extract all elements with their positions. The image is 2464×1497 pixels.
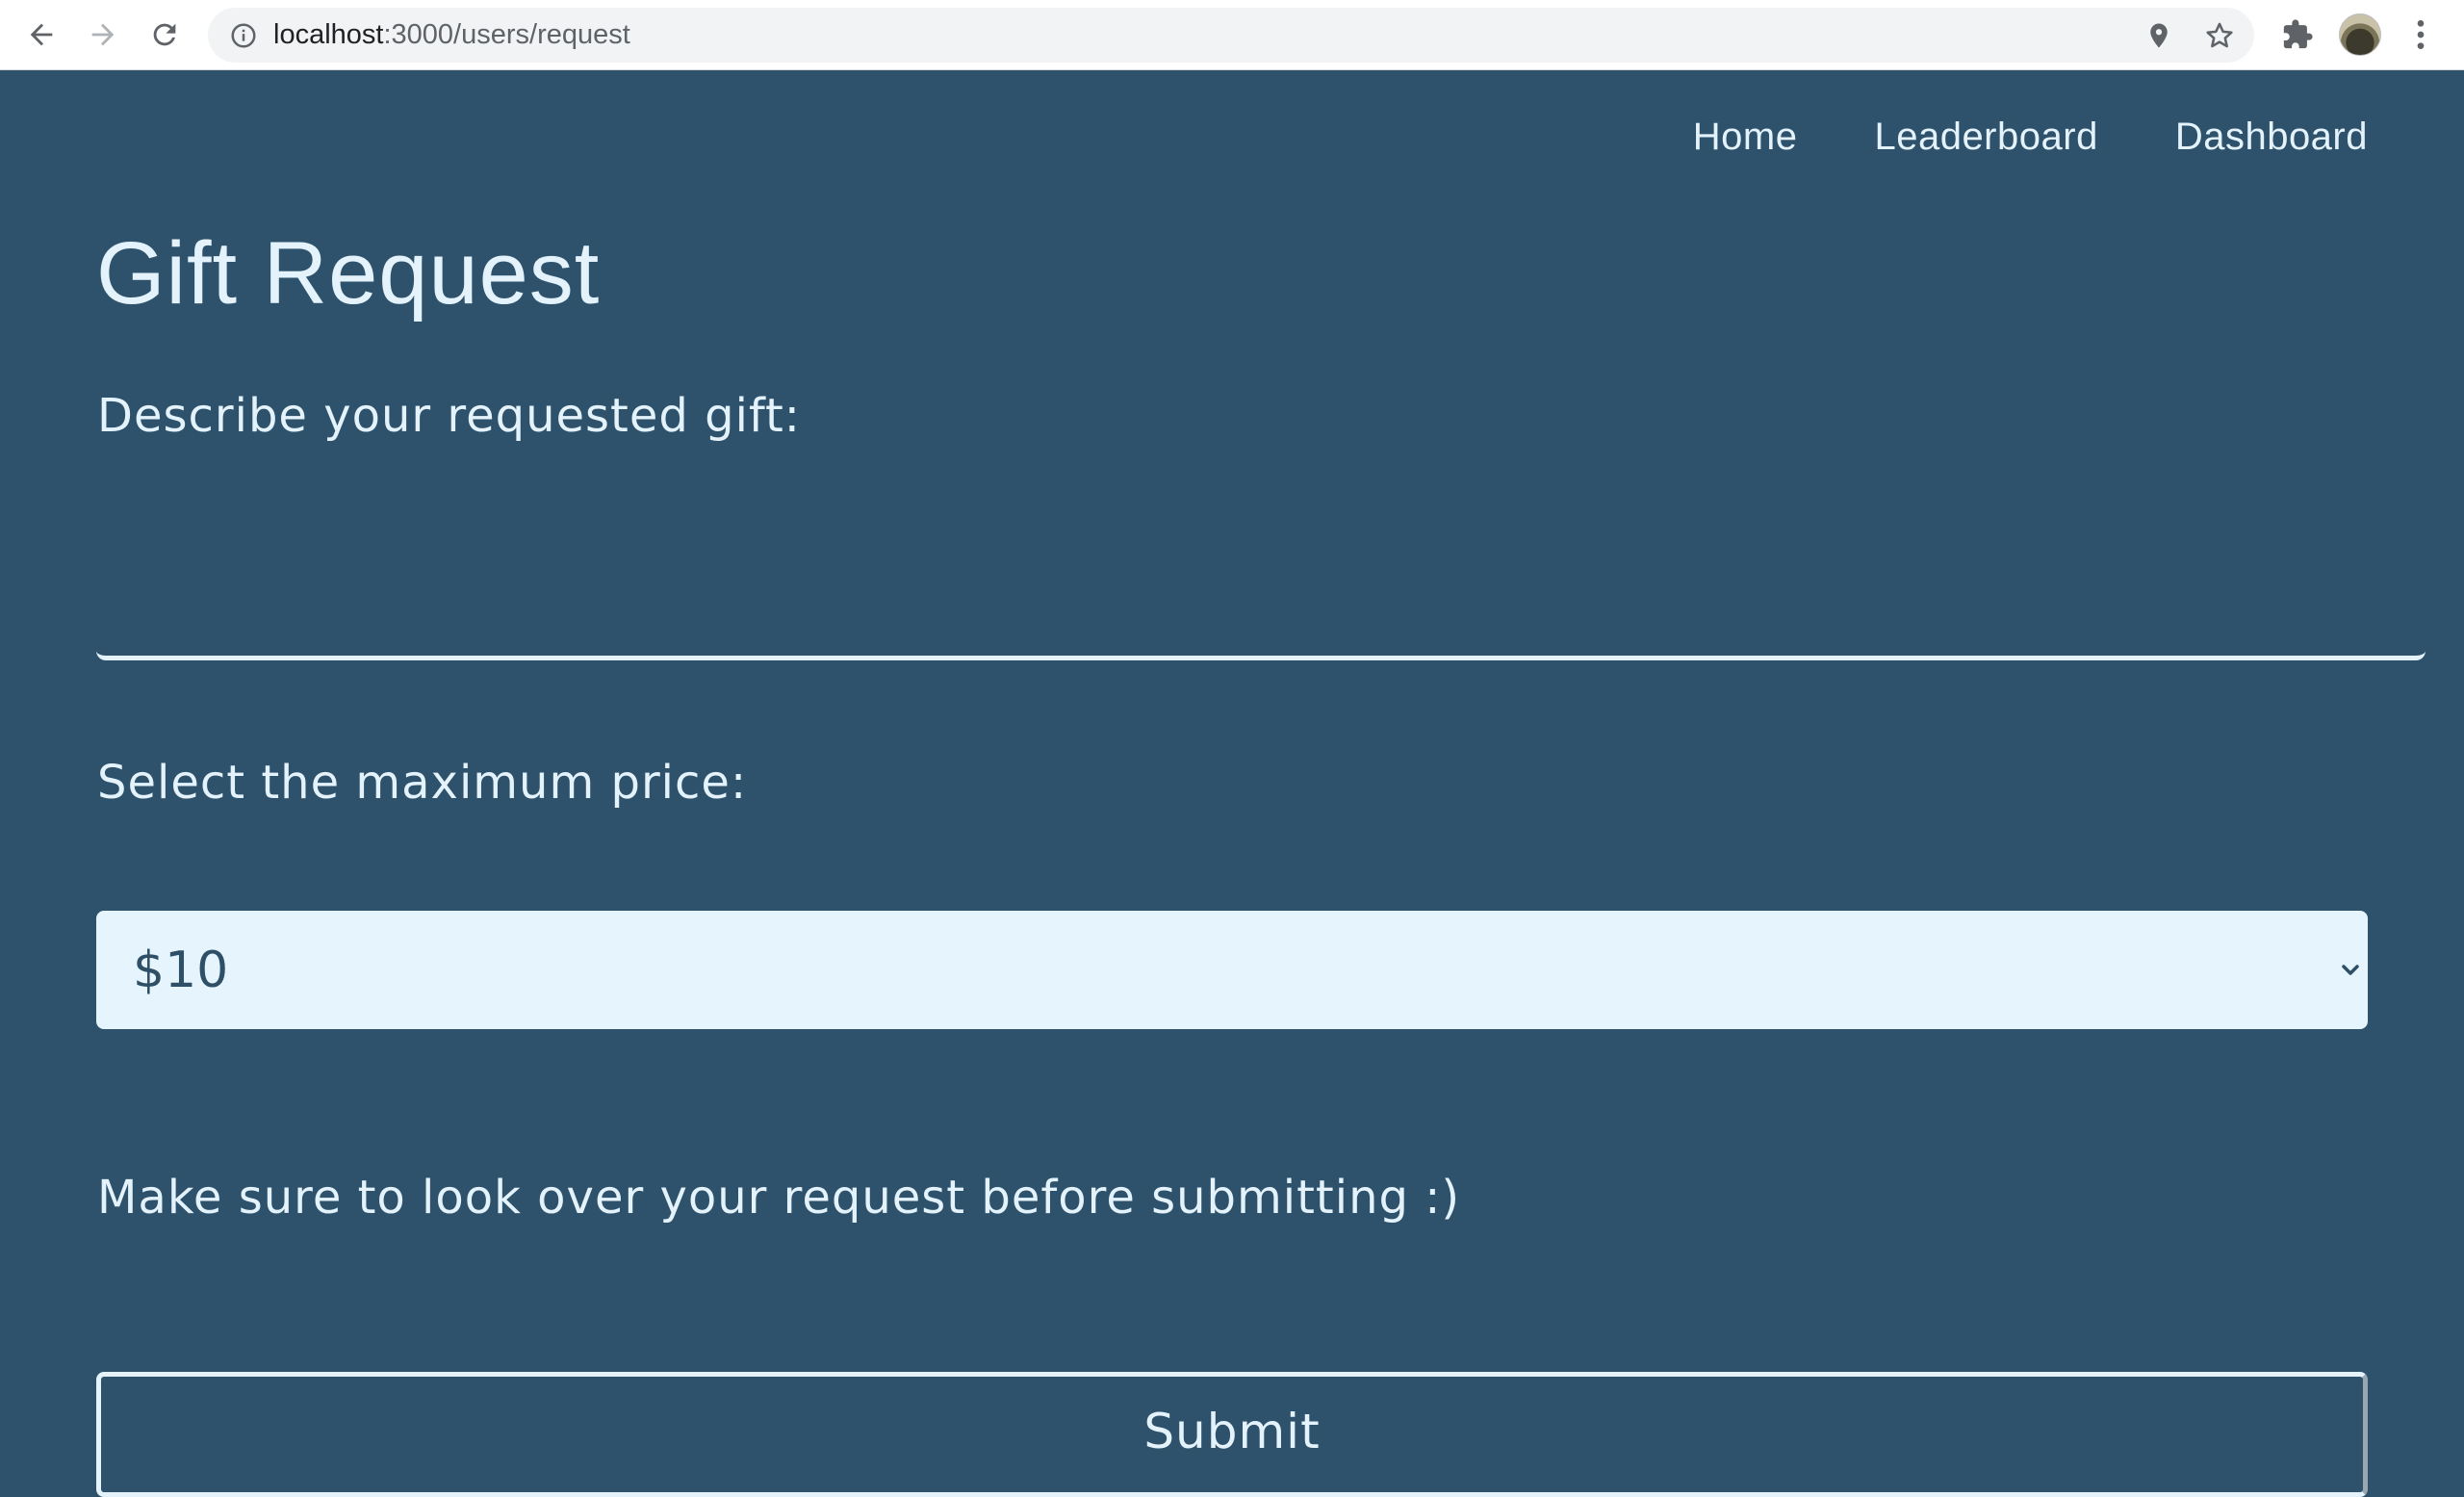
max-price-selected-value: $10 <box>133 941 229 999</box>
url-path: :3000/users/request <box>383 19 630 50</box>
info-icon[interactable] <box>229 21 258 50</box>
back-button[interactable] <box>17 11 65 59</box>
arrow-right-icon <box>91 23 115 46</box>
chevron-down-icon <box>2342 965 2359 975</box>
page-title: Gift Request <box>96 224 601 323</box>
location-pin-icon[interactable] <box>2144 20 2173 51</box>
nav-home-link[interactable]: Home <box>1693 116 1798 159</box>
reload-icon <box>153 23 176 46</box>
browser-toolbar: localhost:3000/users/request <box>0 0 2464 70</box>
main-nav: Home Leaderboard Dashboard <box>1693 116 2368 159</box>
address-bar[interactable]: localhost:3000/users/request <box>208 8 2254 63</box>
puzzle-icon[interactable] <box>2281 18 2314 51</box>
reload-button[interactable] <box>141 11 189 59</box>
submit-button[interactable]: Submit <box>96 1372 2368 1497</box>
gift-description-input[interactable] <box>96 481 2426 660</box>
nav-dashboard-link[interactable]: Dashboard <box>2175 116 2368 159</box>
avatar[interactable] <box>2339 13 2381 56</box>
arrow-left-icon <box>30 23 53 46</box>
kebab-menu-icon[interactable] <box>2406 15 2435 54</box>
nav-leaderboard-link[interactable]: Leaderboard <box>1874 116 2097 159</box>
url-text[interactable]: localhost:3000/users/request <box>273 8 630 63</box>
max-price-label: Select the maximum price: <box>97 756 748 810</box>
star-icon[interactable] <box>2203 19 2236 52</box>
submit-button-label: Submit <box>1143 1404 1321 1459</box>
review-note: Make sure to look over your request befo… <box>97 1171 1461 1225</box>
url-host: localhost <box>273 19 384 50</box>
max-price-select[interactable]: $10 <box>96 911 2368 1029</box>
forward-button[interactable] <box>79 11 127 59</box>
gift-description-label: Describe your requested gift: <box>97 389 801 443</box>
